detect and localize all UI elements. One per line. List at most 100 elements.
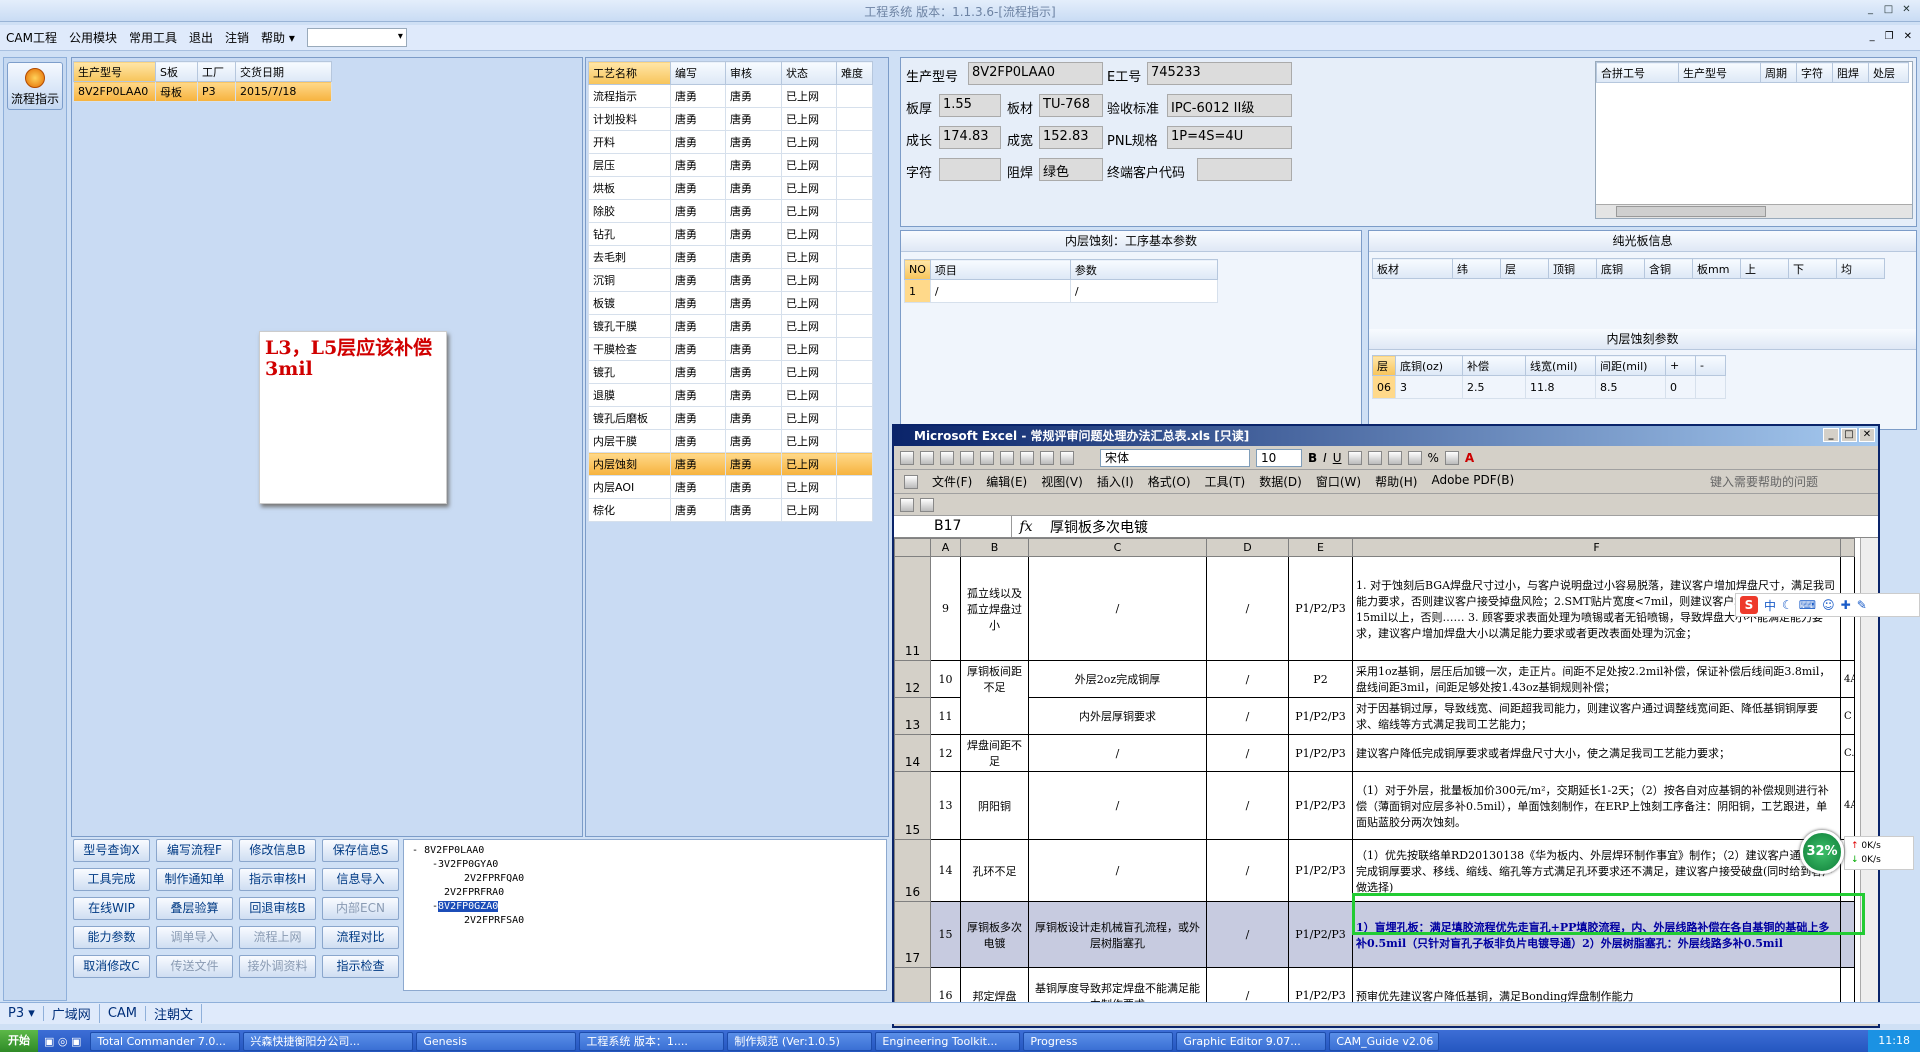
excel-menu-item[interactable]: 文件(F) xyxy=(932,473,972,490)
cell-f[interactable]: 建议客户降低完成铜厚要求或者焊盘尺寸大小，使之满足我司工艺能力要求； xyxy=(1352,734,1841,772)
tree-node[interactable]: 2V2FPRFQA0 xyxy=(464,873,524,884)
copy-icon[interactable] xyxy=(1040,450,1054,465)
bold-icon[interactable]: B xyxy=(1308,451,1317,465)
excel-menu-item[interactable]: 格式(O) xyxy=(1148,473,1191,490)
name-box[interactable]: B17 xyxy=(894,516,1012,537)
col-process-name[interactable]: 工艺名称 xyxy=(588,61,671,85)
prod-model-field[interactable]: 8V2FP0LAA0 xyxy=(968,62,1103,85)
action-button[interactable]: 流程对比 xyxy=(322,926,399,949)
spell-icon[interactable] xyxy=(1000,450,1014,465)
new-file-icon[interactable] xyxy=(900,450,914,465)
underline-icon[interactable]: U xyxy=(1333,451,1342,465)
column-header[interactable]: A xyxy=(930,538,961,557)
cell-c[interactable]: 内外层厚铜要求 xyxy=(1028,697,1207,735)
char-field[interactable] xyxy=(939,158,1001,181)
action-button[interactable]: 能力参数 xyxy=(73,926,150,949)
cell-e[interactable]: P1/P2/P3 xyxy=(1288,697,1353,735)
cell-d[interactable]: / xyxy=(1206,556,1289,661)
table-row[interactable]: 流程指示 唐勇 唐勇 已上网 xyxy=(588,84,873,108)
font-color-icon[interactable]: A xyxy=(1465,451,1474,465)
mdi-close-icon[interactable]: ✕ xyxy=(1904,31,1912,42)
col-delivery-date[interactable]: 交货日期 xyxy=(235,61,332,82)
preview-icon[interactable] xyxy=(980,450,994,465)
font-name-box[interactable]: 宋体 xyxy=(1100,448,1250,467)
column-header[interactable]: B xyxy=(960,538,1029,557)
action-button[interactable]: 保存信息S xyxy=(322,839,399,862)
cell-a[interactable]: 12 xyxy=(930,734,961,772)
keyboard-icon[interactable]: ⌨ xyxy=(1799,598,1816,612)
action-button[interactable]: 叠层验算 xyxy=(156,897,233,920)
action-button[interactable]: 流程上网 xyxy=(239,926,316,949)
horizontal-scrollbar[interactable] xyxy=(1596,204,1912,218)
action-button[interactable]: 修改信息B xyxy=(239,839,316,862)
pdf-mail-icon[interactable] xyxy=(920,497,934,512)
cell-g[interactable]: C. xyxy=(1840,734,1855,772)
mdi-restore-icon[interactable]: ❐ xyxy=(1885,31,1894,42)
tree-node[interactable]: -3V2FP0GYA0 xyxy=(432,859,498,870)
action-button[interactable]: 编写流程F xyxy=(156,839,233,862)
table-row[interactable]: 14 12 焊盘间距不足 / / P1/P2/P3 建议客户降低完成铜厚要求或者焊盘尺寸大小… xyxy=(894,734,1855,772)
tree-collapse-icon[interactable]: - xyxy=(412,845,418,856)
table-row[interactable]: 干膜检查 唐勇 唐勇 已上网 xyxy=(588,337,873,361)
moon-icon[interactable]: ☾ xyxy=(1782,598,1793,612)
tree-node[interactable]: -8V2FP0GZA0 xyxy=(432,901,499,912)
cell-c[interactable]: / xyxy=(1028,771,1207,840)
menu-help[interactable]: 帮助 ▾ xyxy=(261,29,295,46)
width-field[interactable]: 152.83 xyxy=(1039,126,1103,149)
excel-close-icon[interactable]: ✕ xyxy=(1859,428,1875,442)
merge-icon[interactable] xyxy=(1407,450,1422,465)
row-header[interactable]: 16 xyxy=(894,839,931,902)
table-row[interactable]: 板镀 唐勇 唐勇 已上网 xyxy=(588,291,873,315)
scroll-thumb[interactable] xyxy=(1616,206,1766,217)
percent-icon[interactable]: % xyxy=(1428,451,1439,465)
table-row[interactable]: 层压 唐勇 唐勇 已上网 xyxy=(588,153,873,177)
open-icon[interactable] xyxy=(920,450,934,465)
table-row[interactable]: 11 9 孤立线以及孤立焊盘过小 / / P1/P2/P3 1. 对于蚀刻后BGA焊盘尺寸过… xyxy=(894,556,1855,661)
paste-icon[interactable] xyxy=(1060,450,1074,465)
spreadsheet[interactable]: A B C D E F 11 9 孤立线以及孤立焊盘过小 / / P1/P2/P3 1. 对于蚀刻后BG… xyxy=(894,538,1878,1024)
excel-menu-item[interactable]: 帮助(H) xyxy=(1375,473,1417,490)
cell-c[interactable]: / xyxy=(1028,734,1207,772)
align-center-icon[interactable] xyxy=(1367,450,1382,465)
network-usage-gauge[interactable]: 32% xyxy=(1800,830,1844,874)
start-button[interactable]: 开始 xyxy=(0,1030,38,1052)
excel-minimize-icon[interactable]: _ xyxy=(1823,428,1839,442)
table-row[interactable]: 镀孔干膜 唐勇 唐勇 已上网 xyxy=(588,314,873,338)
action-button[interactable]: 信息导入 xyxy=(322,868,399,891)
user-icon[interactable]: ☺ xyxy=(1822,598,1835,612)
status-factory[interactable]: P3 ▾ xyxy=(0,1006,44,1021)
excel-menu-item[interactable]: Adobe PDF(B) xyxy=(1431,473,1514,490)
table-row[interactable]: 06 3 2.5 11.8 8.5 0 xyxy=(1372,375,1726,399)
taskbar-task[interactable]: Total Commander 7.0... xyxy=(90,1031,241,1051)
cell-g[interactable]: 4A xyxy=(1840,660,1855,698)
action-button[interactable]: 指示审核H xyxy=(239,868,316,891)
cell-f[interactable]: 采用1oz基铜，层压后加镀一次，走正片。间距不足处按2.2mil补偿，保证补偿后… xyxy=(1352,660,1841,698)
cell-c[interactable]: / xyxy=(1028,556,1207,661)
action-button[interactable]: 内部ECN xyxy=(322,897,399,920)
cell-c[interactable]: 厚铜板设计走机械盲孔流程，或外层树脂塞孔 xyxy=(1028,901,1207,968)
menu-common-module[interactable]: 公用模块 xyxy=(69,29,117,46)
col-difficulty[interactable]: 难度 xyxy=(836,61,873,85)
cell-d[interactable]: / xyxy=(1206,660,1289,698)
excel-menu-item[interactable]: 编辑(E) xyxy=(986,473,1027,490)
pnl-field[interactable]: 1P=4S=4U xyxy=(1167,126,1292,149)
flow-indicator-button[interactable]: 流程指示 xyxy=(7,62,63,110)
table-row[interactable]: 棕化 唐勇 唐勇 已上网 xyxy=(588,498,873,522)
cell-b[interactable]: 厚铜板多次电镀 xyxy=(960,901,1029,968)
status-cam[interactable]: CAM xyxy=(100,1006,146,1021)
close-icon[interactable]: ✕ xyxy=(1899,4,1914,17)
save-icon[interactable] xyxy=(940,450,954,465)
align-right-icon[interactable] xyxy=(1387,450,1402,465)
column-header[interactable] xyxy=(1840,538,1855,557)
table-row[interactable]: 除胶 唐勇 唐勇 已上网 xyxy=(588,199,873,223)
table-row[interactable]: 内层AOI 唐勇 唐勇 已上网 xyxy=(588,475,873,499)
cell-b[interactable]: 孔环不足 xyxy=(960,839,1029,902)
table-row[interactable]: 内层干膜 唐勇 唐勇 已上网 xyxy=(588,429,873,453)
standard-field[interactable]: IPC-6012 II级 xyxy=(1167,94,1292,117)
mask-field[interactable]: 绿色 xyxy=(1039,158,1103,181)
menu-tools[interactable]: 常用工具 xyxy=(129,29,177,46)
action-button[interactable]: 指示检查 xyxy=(322,955,399,978)
shirt-icon[interactable]: ✚ xyxy=(1841,598,1851,612)
font-size-box[interactable]: 10 xyxy=(1256,448,1302,467)
material-field[interactable]: TU-768 xyxy=(1039,94,1103,117)
